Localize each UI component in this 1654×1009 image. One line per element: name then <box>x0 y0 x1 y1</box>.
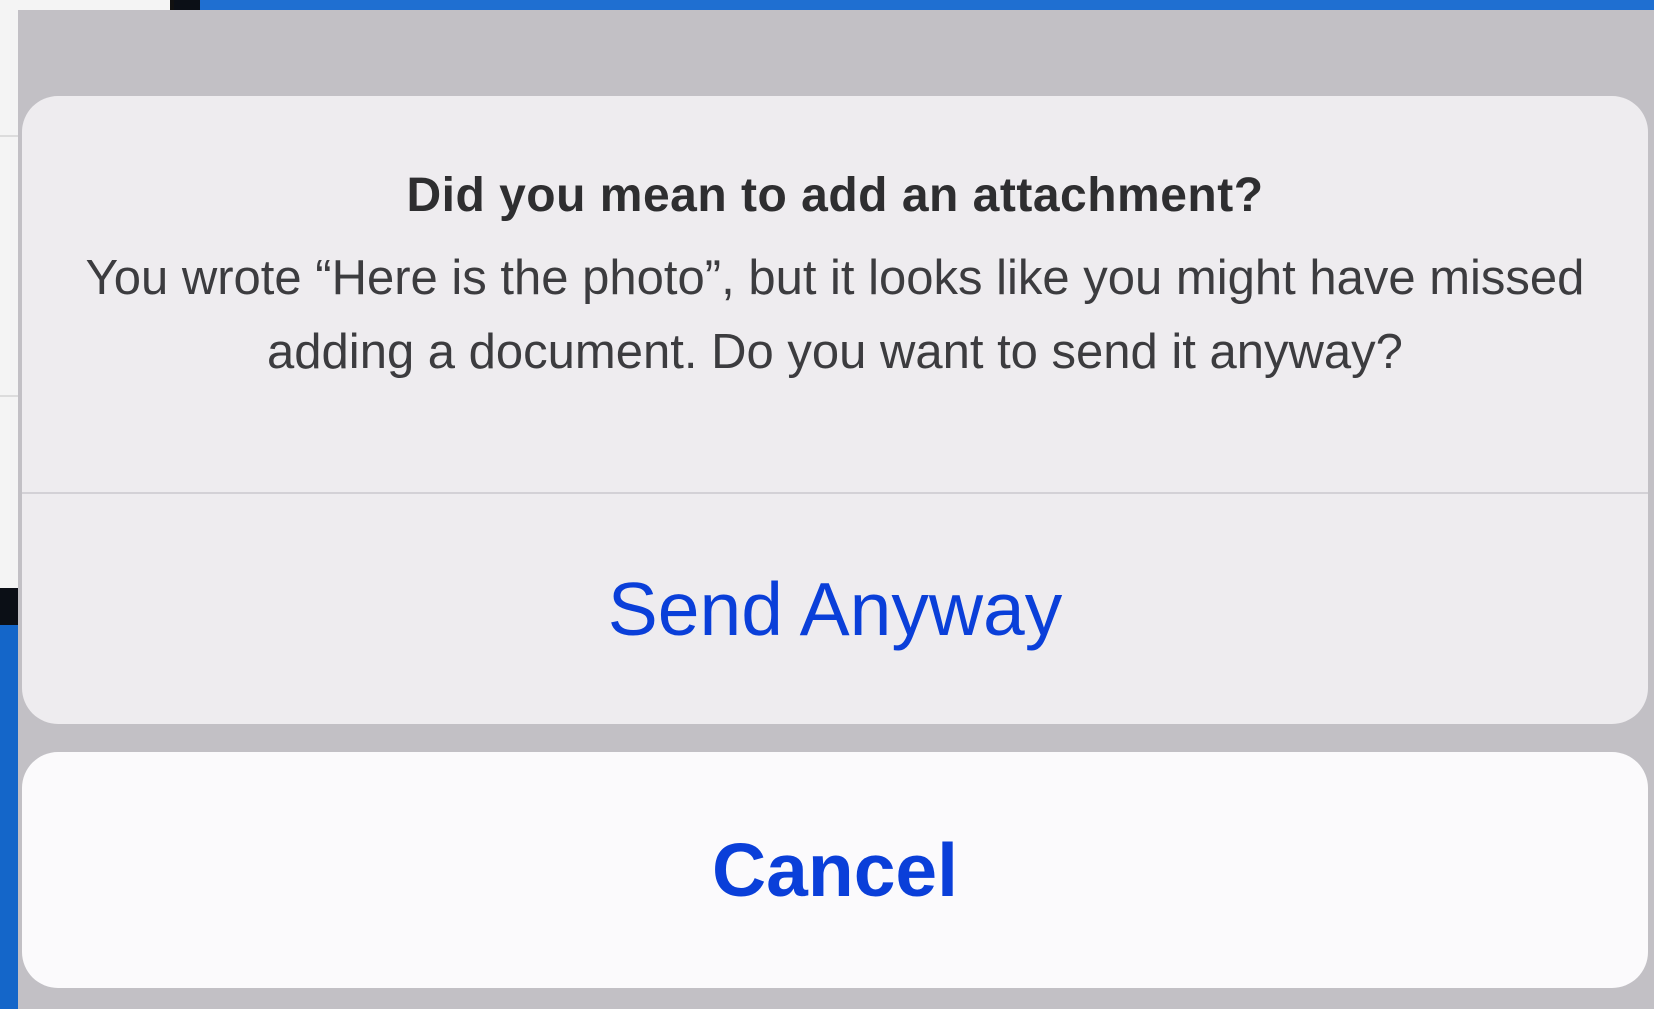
background-desktop <box>0 625 18 1009</box>
send-anyway-button[interactable]: Send Anyway <box>22 494 1648 724</box>
phone-screen: Did you mean to add an attachment? You w… <box>18 10 1654 1009</box>
cancel-button[interactable]: Cancel <box>22 752 1648 988</box>
alert-message: You wrote “Here is the photo”, but it lo… <box>85 251 1585 379</box>
alert-header: Did you mean to add an attachment? You w… <box>22 96 1648 492</box>
alert-title: Did you mean to add an attachment? <box>406 169 1264 222</box>
alert-sheet: Did you mean to add an attachment? You w… <box>22 96 1648 724</box>
